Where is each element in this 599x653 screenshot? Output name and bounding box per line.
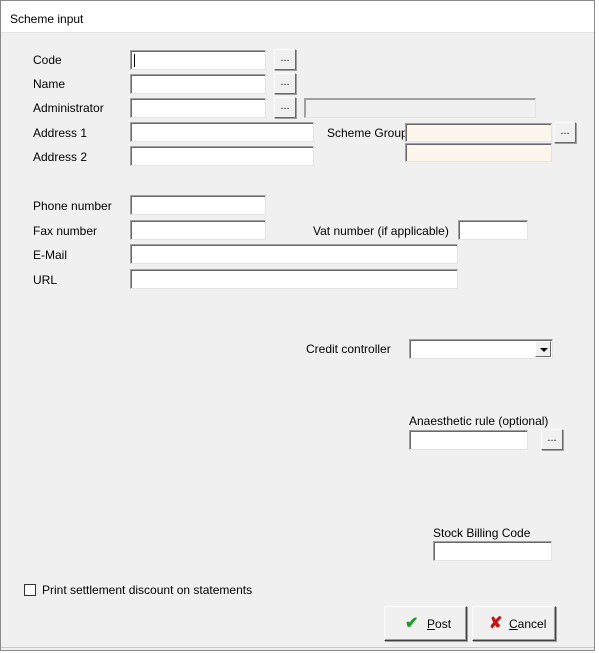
vat-input[interactable]	[458, 220, 528, 240]
stock-billing-code-input[interactable]	[433, 541, 552, 561]
administrator-label: Administrator	[33, 101, 104, 115]
text-caret	[134, 54, 135, 67]
name-label: Name	[33, 77, 66, 91]
title-bar: Scheme input	[1, 1, 594, 33]
url-label: URL	[33, 273, 58, 287]
fax-label: Fax number	[33, 224, 98, 238]
code-input[interactable]	[130, 50, 266, 70]
x-icon: ✘	[489, 615, 503, 632]
address2-label: Address 2	[33, 150, 88, 164]
print-settlement-label[interactable]: Print settlement discount on statements	[42, 583, 252, 597]
name-input[interactable]	[130, 74, 266, 94]
anaesthetic-rule-lookup-button[interactable]: ...	[541, 429, 563, 450]
post-button[interactable]: ✔ Post	[384, 606, 467, 641]
scheme-group-input[interactable]	[405, 123, 552, 142]
address1-input[interactable]	[130, 122, 314, 142]
dropdown-button[interactable]	[535, 341, 551, 357]
scheme-group-lookup-button[interactable]: ...	[554, 122, 576, 143]
stock-billing-code-label: Stock Billing Code	[433, 526, 531, 540]
scheme-group-description-field	[405, 143, 552, 162]
print-settlement-checkbox[interactable]	[24, 584, 36, 596]
address2-input[interactable]	[130, 146, 314, 166]
vat-label: Vat number (if applicable)	[313, 224, 449, 238]
administrator-display-field	[304, 98, 536, 118]
administrator-input[interactable]	[130, 98, 266, 118]
phone-label: Phone number	[33, 199, 112, 213]
anaesthetic-rule-label: Anaesthetic rule (optional)	[409, 414, 549, 428]
fax-input[interactable]	[130, 220, 266, 240]
email-label: E-Mail	[33, 248, 68, 262]
administrator-lookup-button[interactable]: ...	[274, 97, 296, 118]
email-input[interactable]	[130, 244, 458, 264]
url-input[interactable]	[130, 269, 458, 289]
chevron-down-icon	[540, 348, 548, 352]
credit-controller-select[interactable]	[409, 339, 553, 359]
address1-label: Address 1	[33, 126, 88, 140]
scheme-group-label: Scheme Group	[327, 126, 408, 140]
phone-input[interactable]	[130, 195, 266, 215]
scheme-input-dialog: Scheme input Code ... Name ... Administr…	[0, 0, 595, 651]
status-divider	[1, 647, 594, 648]
check-icon: ✔	[405, 615, 419, 632]
code-lookup-button[interactable]: ...	[274, 49, 296, 70]
anaesthetic-rule-input[interactable]	[409, 430, 528, 450]
window-title: Scheme input	[10, 12, 84, 26]
cancel-button[interactable]: ✘ Cancel	[472, 606, 556, 641]
credit-controller-label: Credit controller	[306, 342, 391, 356]
code-label: Code	[33, 53, 62, 67]
name-lookup-button[interactable]: ...	[274, 73, 296, 94]
